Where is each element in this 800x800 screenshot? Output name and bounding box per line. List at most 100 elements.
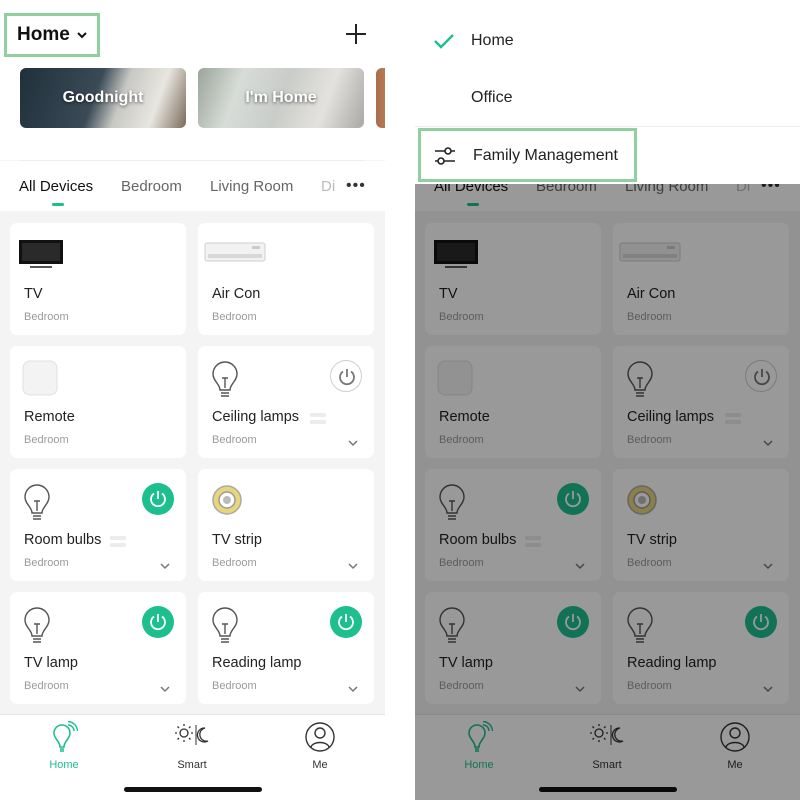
tabbar-label: Smart bbox=[177, 759, 207, 771]
expand-control[interactable] bbox=[160, 680, 170, 693]
header: Home Goodnight I'm Home bbox=[0, 0, 385, 161]
device-name: Air Con bbox=[212, 286, 261, 302]
scene-label: Goodnight bbox=[62, 89, 144, 106]
bulb-icon bbox=[24, 484, 50, 520]
home-indicator bbox=[124, 787, 262, 792]
device-card[interactable]: Reading lamp Bedroom bbox=[198, 592, 374, 704]
expand-control[interactable] bbox=[348, 557, 358, 570]
menu-item-office[interactable]: Office bbox=[415, 70, 800, 126]
power-toggle[interactable] bbox=[330, 606, 362, 638]
device-room: Bedroom bbox=[24, 680, 69, 692]
bulb-icon bbox=[24, 607, 50, 643]
user-icon bbox=[305, 722, 335, 752]
device-room: Bedroom bbox=[24, 434, 69, 446]
bulb-icon bbox=[212, 361, 238, 397]
dim-overlay[interactable] bbox=[415, 184, 800, 800]
add-device-icon[interactable] bbox=[344, 22, 368, 46]
room-tabs: All Devices Bedroom Living Room Di ••• bbox=[0, 161, 385, 211]
led-strip-icon bbox=[212, 485, 242, 515]
chevron-down-icon bbox=[160, 563, 170, 570]
scene-label: I'm Home bbox=[245, 89, 317, 106]
sun-moon-icon bbox=[175, 724, 209, 745]
device-card[interactable]: Remote Bedroom bbox=[10, 346, 186, 458]
device-grid: TV Bedroom Air Con Bedroom Remote Bedroom Ceil… bbox=[0, 211, 385, 714]
device-room: Bedroom bbox=[212, 680, 257, 692]
home-screen: Home Goodnight I'm Home All Devices Bedr… bbox=[0, 0, 385, 800]
power-toggle[interactable] bbox=[142, 606, 174, 638]
more-icon[interactable]: ••• bbox=[346, 178, 366, 194]
device-name: TV bbox=[24, 286, 43, 302]
power-toggle[interactable] bbox=[330, 360, 362, 392]
scene-goodnight[interactable]: Goodnight bbox=[20, 68, 186, 128]
tab-living-room[interactable]: Living Room bbox=[210, 178, 293, 195]
remote-hub-icon bbox=[22, 360, 58, 396]
expand-control[interactable] bbox=[348, 680, 358, 693]
tab-dining[interactable]: Di bbox=[321, 178, 335, 195]
device-icon bbox=[22, 606, 52, 651]
check-icon bbox=[434, 34, 454, 49]
device-card[interactable]: TV strip Bedroom bbox=[198, 469, 374, 581]
home-screen-menu-open: All Devices Bedroom Living Room Di ••• T… bbox=[415, 0, 800, 800]
power-icon bbox=[150, 491, 166, 508]
tabbar-label: Home bbox=[49, 759, 79, 771]
device-name: Ceiling lamps bbox=[212, 409, 300, 425]
divider bbox=[415, 126, 800, 127]
tabbar-me[interactable]: Me bbox=[290, 721, 350, 771]
device-card[interactable]: Ceiling lamps Bedroom bbox=[198, 346, 374, 458]
device-card[interactable]: TV lamp Bedroom bbox=[10, 592, 186, 704]
chevron-down-icon bbox=[77, 32, 87, 39]
air-conditioner-icon bbox=[204, 242, 266, 262]
home-selector[interactable]: Home bbox=[4, 13, 100, 57]
chevron-down-icon bbox=[348, 563, 358, 570]
device-icon bbox=[22, 360, 58, 401]
menu-item-label: Office bbox=[471, 89, 513, 106]
sliders-icon bbox=[435, 147, 455, 165]
tab-bar: Home Smart Me bbox=[0, 714, 385, 800]
power-toggle[interactable] bbox=[142, 483, 174, 515]
device-room: Bedroom bbox=[212, 557, 257, 569]
device-name: Room bulbs bbox=[24, 532, 102, 548]
tab-bedroom[interactable]: Bedroom bbox=[121, 178, 182, 195]
device-name: TV lamp bbox=[24, 655, 78, 671]
family-management-label: Family Management bbox=[473, 147, 618, 164]
scene-im-home[interactable]: I'm Home bbox=[198, 68, 364, 128]
family-management-item[interactable]: Family Management bbox=[418, 128, 637, 182]
dim-slider-icon bbox=[310, 413, 326, 424]
brightness-indicator bbox=[310, 412, 326, 424]
scene-more[interactable] bbox=[376, 68, 385, 128]
tab-all-devices[interactable]: All Devices bbox=[19, 178, 93, 195]
device-name: Reading lamp bbox=[212, 655, 302, 671]
device-card[interactable]: TV Bedroom bbox=[10, 223, 186, 335]
device-room: Bedroom bbox=[212, 434, 257, 446]
power-icon bbox=[338, 614, 354, 631]
bulb-icon bbox=[212, 607, 238, 643]
dim-slider-icon bbox=[110, 536, 126, 547]
tv-icon bbox=[19, 240, 63, 268]
chevron-down-icon bbox=[348, 440, 358, 447]
device-room: Bedroom bbox=[24, 557, 69, 569]
device-icon bbox=[210, 483, 244, 522]
expand-control[interactable] bbox=[348, 434, 358, 447]
device-name: Remote bbox=[24, 409, 75, 425]
power-icon bbox=[339, 369, 355, 386]
device-room: Bedroom bbox=[24, 311, 69, 323]
device-icon bbox=[204, 239, 266, 272]
menu-item-home[interactable]: Home bbox=[415, 13, 800, 69]
expand-control[interactable] bbox=[160, 557, 170, 570]
device-card[interactable]: Air Con Bedroom bbox=[198, 223, 374, 335]
device-name: TV strip bbox=[212, 532, 262, 548]
device-icon bbox=[210, 606, 240, 651]
tabbar-smart[interactable]: Smart bbox=[162, 721, 222, 771]
device-icon bbox=[18, 239, 64, 276]
device-icon bbox=[210, 360, 240, 405]
device-card[interactable]: Room bulbs Bedroom bbox=[10, 469, 186, 581]
chevron-down-icon bbox=[348, 686, 358, 693]
tabbar-label: Me bbox=[312, 759, 328, 771]
brightness-indicator bbox=[110, 535, 126, 547]
device-room: Bedroom bbox=[212, 311, 257, 323]
active-tab-indicator bbox=[52, 203, 64, 206]
device-icon bbox=[22, 483, 52, 528]
separator bbox=[385, 0, 415, 800]
power-icon bbox=[150, 614, 166, 631]
tabbar-home[interactable]: Home bbox=[34, 720, 94, 771]
